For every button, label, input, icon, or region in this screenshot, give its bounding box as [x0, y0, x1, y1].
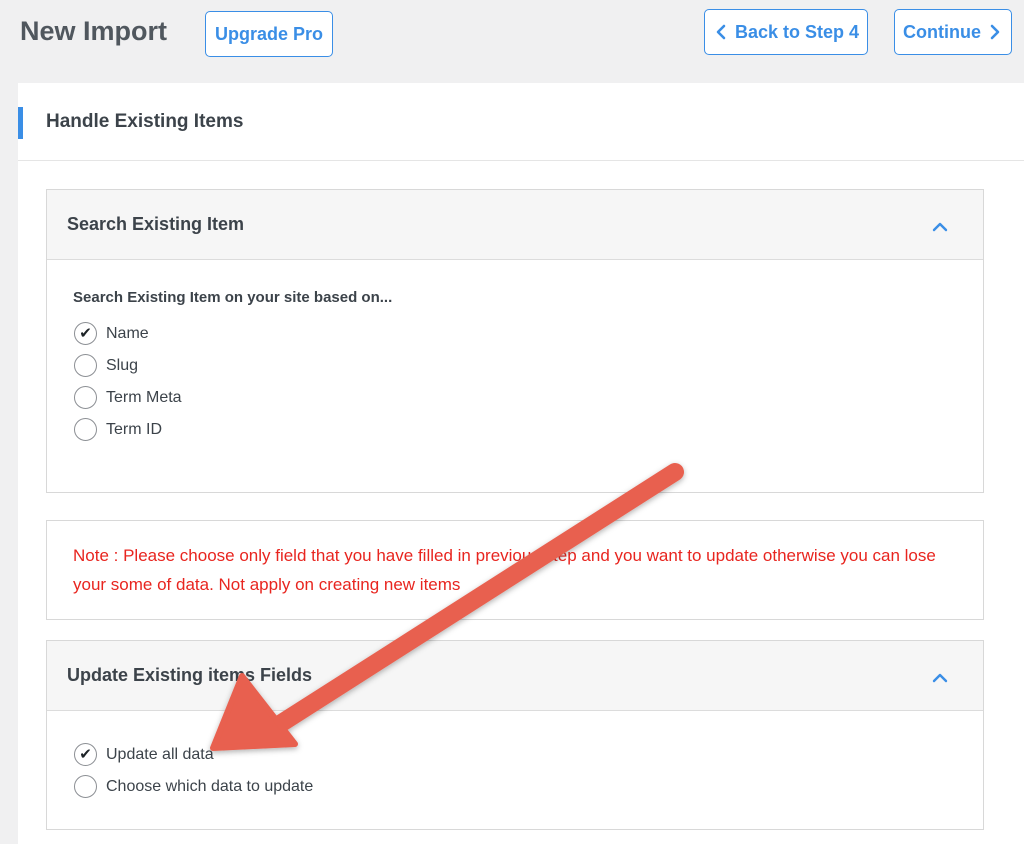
option-name[interactable]: ✔ Name: [74, 322, 149, 345]
section-accent-bar: [18, 107, 23, 139]
upgrade-pro-label: Upgrade Pro: [214, 23, 324, 44]
option-choose-data[interactable]: Choose which data to update: [74, 775, 313, 798]
option-name-label: Name: [106, 324, 149, 342]
page-title: New Import: [20, 16, 168, 46]
option-update-all-radio[interactable]: ✔: [74, 743, 97, 766]
option-update-all-label: Update all data: [106, 745, 214, 763]
option-term-meta[interactable]: Term Meta: [74, 386, 182, 409]
option-term-id-label: Term ID: [106, 420, 162, 438]
chevron-up-icon[interactable]: [931, 220, 949, 232]
warning-note: Note : Please choose only field that you…: [73, 546, 936, 594]
note-panel: Note : Please choose only field that you…: [46, 520, 984, 620]
option-term-meta-radio[interactable]: [74, 386, 97, 409]
option-choose-data-label: Choose which data to update: [106, 777, 314, 795]
chevron-up-icon[interactable]: [931, 671, 949, 683]
update-fields-panel: Update Existing items Fields ✔ Update al…: [46, 640, 984, 830]
continue-label: Continue: [903, 21, 981, 42]
option-slug[interactable]: Slug: [74, 354, 138, 377]
update-fields-panel-header[interactable]: Update Existing items Fields: [47, 641, 983, 711]
option-term-id[interactable]: Term ID: [74, 418, 162, 441]
option-term-meta-label: Term Meta: [106, 388, 182, 406]
check-icon: ✔: [79, 325, 92, 342]
back-to-step-button[interactable]: Back to Step 4: [704, 9, 868, 55]
chevron-right-icon: [990, 24, 1000, 40]
section-title: Handle Existing Items: [46, 111, 244, 132]
search-existing-panel-title: Search Existing Item: [67, 214, 245, 234]
option-term-id-radio[interactable]: [74, 418, 97, 441]
option-name-radio[interactable]: ✔: [74, 322, 97, 345]
option-slug-radio[interactable]: [74, 354, 97, 377]
chevron-left-icon: [716, 24, 726, 40]
update-fields-panel-title: Update Existing items Fields: [67, 665, 313, 685]
search-field-label: Search Existing Item on your site based …: [73, 289, 393, 306]
option-choose-data-radio[interactable]: [74, 775, 97, 798]
section-header: Handle Existing Items: [18, 83, 1024, 161]
back-to-step-label: Back to Step 4: [734, 21, 860, 42]
upgrade-pro-button[interactable]: Upgrade Pro: [205, 11, 333, 57]
continue-button[interactable]: Continue: [894, 9, 1012, 55]
check-icon: ✔: [79, 746, 92, 763]
option-slug-label: Slug: [106, 356, 139, 374]
search-existing-panel: Search Existing Item Search Existing Ite…: [46, 189, 984, 493]
search-existing-panel-header[interactable]: Search Existing Item: [47, 190, 983, 260]
option-update-all[interactable]: ✔ Update all data: [74, 743, 214, 766]
